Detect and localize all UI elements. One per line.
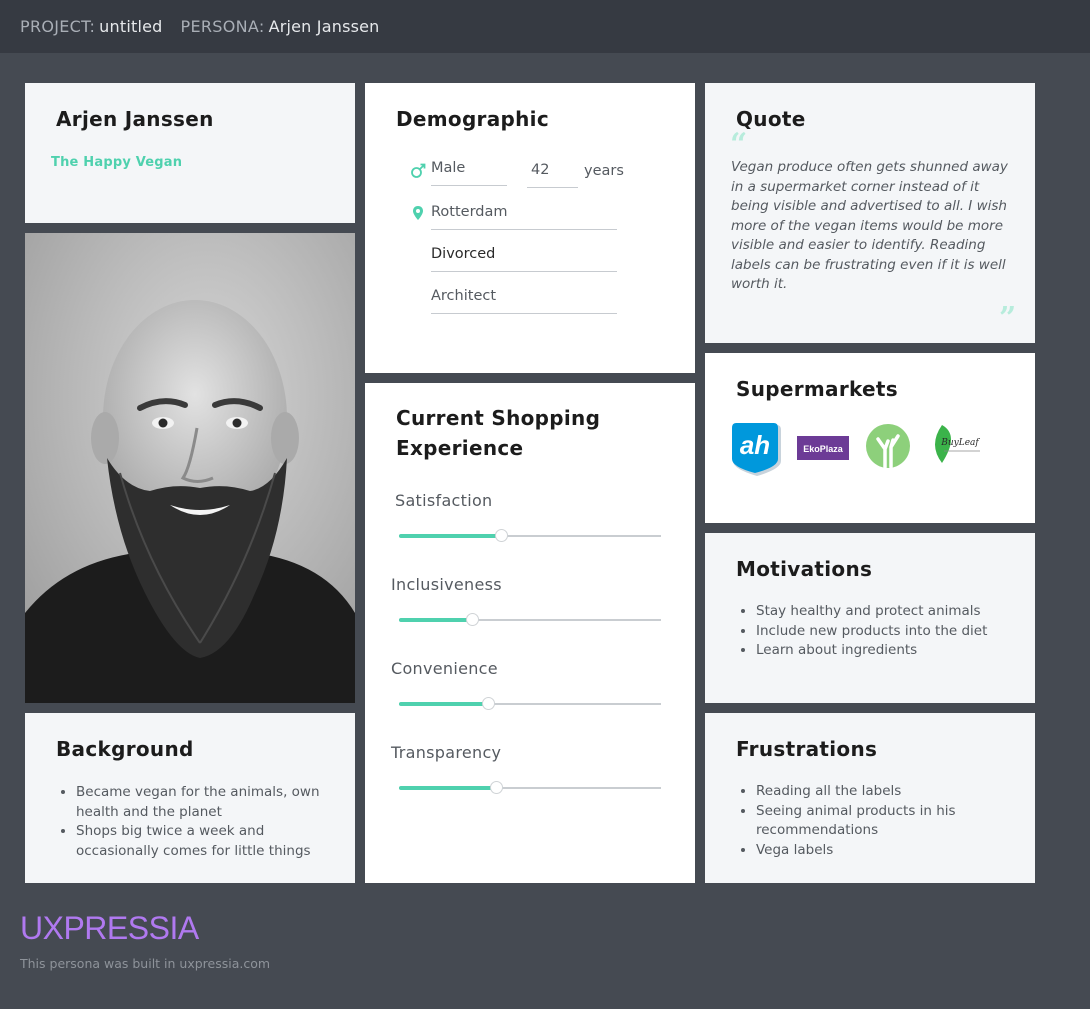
supermarkets-title: Supermarkets [736, 377, 898, 401]
ah-logo[interactable]: ah [731, 421, 783, 479]
quote-card: Quote “ Vegan produce often gets shunned… [705, 83, 1035, 343]
slider-label-convenience: Convenience [391, 659, 498, 678]
motivations-list[interactable]: Stay healthy and protect animals Include… [736, 602, 1021, 661]
persona-label: PERSONA: [180, 17, 265, 36]
persona-title[interactable]: Arjen Janssen [56, 107, 214, 131]
persona-name[interactable]: Arjen Janssen [269, 17, 380, 36]
demographic-card: Demographic Male 42 years Rotterdam Divo… [365, 83, 695, 373]
list-item: Include new products into the diet [756, 622, 1021, 642]
persona-name-card: Arjen Janssen The Happy Vegan [25, 83, 355, 223]
male-icon [411, 163, 426, 178]
tree-logo[interactable] [865, 423, 911, 469]
list-item: Became vegan for the animals, own health… [76, 783, 336, 822]
slider-inclusiveness[interactable] [399, 613, 661, 626]
quote-close-icon: ” [999, 301, 1017, 336]
frustrations-title: Frustrations [736, 737, 878, 761]
list-item: Reading all the labels [756, 782, 1021, 802]
project-name[interactable]: untitled [99, 17, 162, 36]
ah-logo-text: ah [740, 430, 770, 460]
location-pin-icon [413, 206, 423, 220]
background-title: Background [56, 737, 194, 761]
slider-transparency[interactable] [399, 781, 661, 794]
slider-fill [399, 786, 496, 790]
buyleaf-logo[interactable]: BuyLeaf [930, 423, 982, 465]
list-item: Learn about ingredients [756, 641, 1021, 661]
slider-label-transparency: Transparency [391, 743, 502, 762]
frustrations-card: Frustrations Reading all the labels Seei… [705, 713, 1035, 883]
slider-fill [399, 618, 472, 622]
quote-text[interactable]: Vegan produce often gets shunned away in… [731, 158, 1009, 295]
motivations-title: Motivations [736, 557, 873, 581]
buyleaf-logo-text: BuyLeaf [940, 438, 980, 448]
age-field[interactable]: 42 [527, 158, 578, 188]
project-label: PROJECT: [20, 17, 96, 36]
slider-label-satisfaction: Satisfaction [395, 491, 493, 510]
built-with-text: This persona was built in uxpressia.com [20, 956, 271, 971]
occupation-field[interactable]: Architect [431, 284, 617, 314]
supermarkets-card: Supermarkets ah EkoPlaza BuyLeaf [705, 353, 1035, 523]
age-unit: years [584, 163, 624, 179]
shopping-title: Current Shopping Experience [396, 406, 601, 460]
marital-status-field[interactable]: Divorced [431, 242, 617, 272]
gender-field[interactable]: Male [431, 156, 507, 186]
slider-fill [399, 534, 501, 538]
slider-thumb[interactable] [466, 613, 479, 626]
portrait-image [25, 233, 355, 703]
location-field[interactable]: Rotterdam [431, 200, 617, 230]
slider-thumb[interactable] [482, 697, 495, 710]
slider-thumb[interactable] [490, 781, 503, 794]
list-item: Stay healthy and protect animals [756, 602, 1021, 622]
list-item: Vega labels [756, 841, 1021, 861]
shopping-experience-card: Current Shopping Experience Satisfaction… [365, 383, 695, 883]
demographic-title: Demographic [396, 107, 549, 131]
background-card: Background Became vegan for the animals,… [25, 713, 355, 883]
slider-convenience[interactable] [399, 697, 661, 710]
persona-tagline[interactable]: The Happy Vegan [51, 155, 182, 170]
motivations-card: Motivations Stay healthy and protect ani… [705, 533, 1035, 703]
quote-open-icon: “ [730, 127, 748, 162]
slider-thumb[interactable] [495, 529, 508, 542]
slider-label-inclusiveness: Inclusiveness [391, 575, 502, 594]
frustrations-list[interactable]: Reading all the labels Seeing animal pro… [736, 782, 1021, 860]
slider-fill [399, 702, 488, 706]
ekoplaza-logo[interactable]: EkoPlaza [797, 436, 849, 460]
top-bar: PROJECT: untitled PERSONA: Arjen Janssen [0, 0, 1090, 53]
list-item: Seeing animal products in his recommenda… [756, 802, 1021, 841]
persona-photo[interactable] [25, 233, 355, 703]
ekoplaza-logo-text: EkoPlaza [803, 444, 844, 454]
list-item: Shops big twice a week and occasionally … [76, 822, 336, 861]
background-list[interactable]: Became vegan for the animals, own health… [56, 783, 336, 861]
slider-satisfaction[interactable] [399, 529, 661, 542]
uxpressia-logo[interactable]: UXPRESSIA [20, 910, 199, 947]
